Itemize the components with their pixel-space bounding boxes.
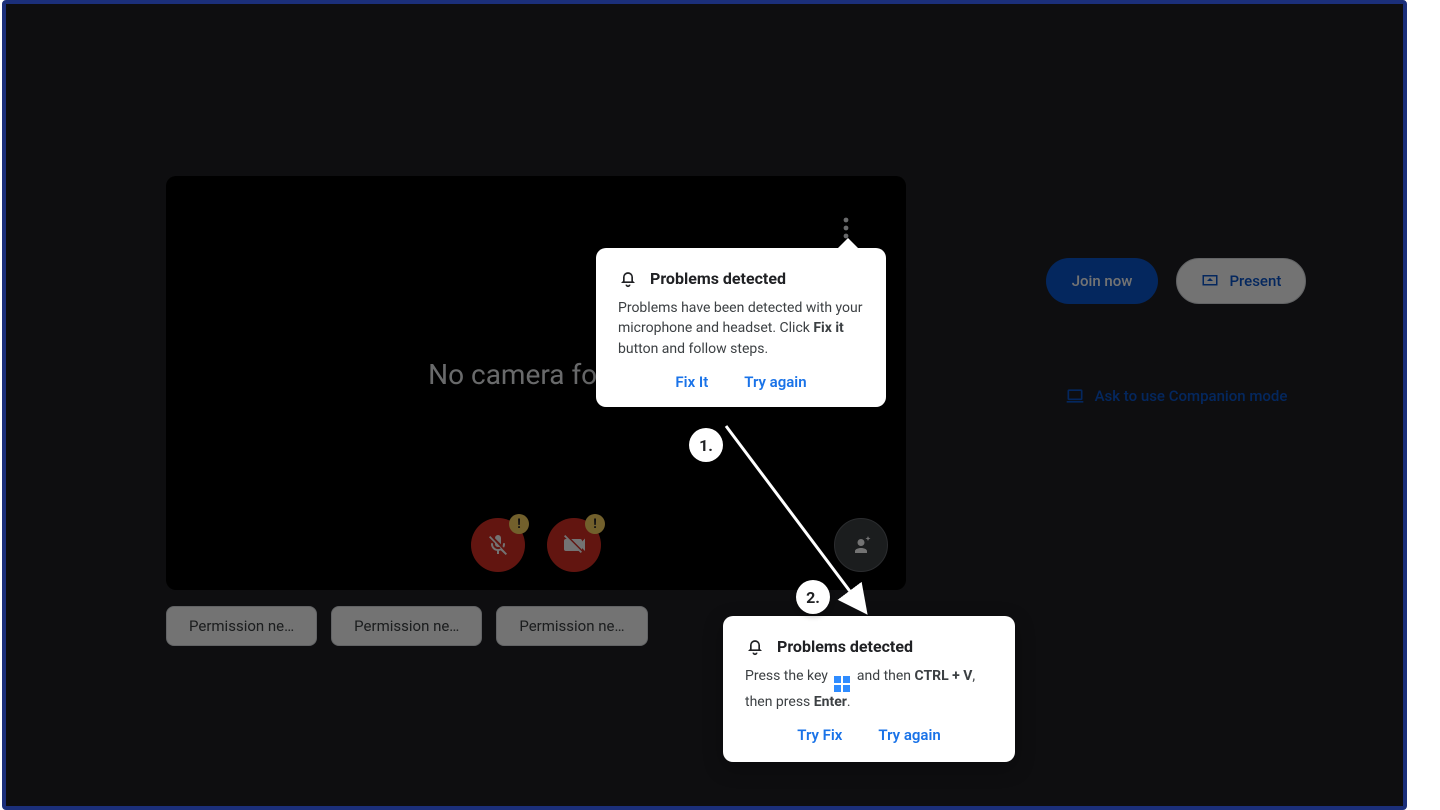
present-icon — [1201, 272, 1219, 290]
fix-it-button[interactable]: Fix It — [675, 373, 708, 391]
problems-card-1: Problems detected Problems have been det… — [596, 248, 886, 407]
device-chip[interactable]: Permission ne… — [166, 606, 317, 646]
companion-mode-link[interactable]: Ask to use Companion mode — [1065, 386, 1288, 406]
windows-logo-icon — [834, 676, 850, 692]
companion-label: Ask to use Companion mode — [1095, 387, 1288, 405]
mic-warning-badge: ! — [509, 514, 529, 534]
bell-icon — [618, 268, 638, 288]
card-body: Problems have been detected with your mi… — [618, 298, 864, 359]
step-badge-2: 2. — [796, 580, 830, 614]
more-options-button[interactable] — [834, 216, 858, 240]
other-options-label: Other joining options — [1106, 350, 1246, 368]
try-again-button[interactable]: Try again — [878, 726, 940, 744]
problems-card-2: Problems detected Press the key and then… — [723, 616, 1015, 762]
step-badge-1: 1. — [689, 428, 723, 462]
device-chip[interactable]: Permission ne… — [496, 606, 647, 646]
more-vert-icon — [843, 217, 849, 239]
join-panel: Ready to join? Join now Present Other jo… — [946, 4, 1406, 590]
device-chip[interactable]: Permission ne… — [331, 606, 482, 646]
camera-warning-badge: ! — [585, 514, 605, 534]
laptop-icon — [1065, 386, 1085, 406]
card-body: Press the key and then CTRL + V, then pr… — [745, 666, 993, 712]
try-fix-button[interactable]: Try Fix — [797, 726, 842, 744]
bell-icon — [745, 636, 765, 656]
mic-off-icon — [486, 533, 510, 557]
card-title: Problems detected — [777, 637, 913, 656]
card-title: Problems detected — [650, 269, 786, 288]
mic-button[interactable]: ! — [471, 518, 525, 572]
join-now-button[interactable]: Join now — [1046, 258, 1159, 304]
present-button[interactable]: Present — [1176, 258, 1306, 304]
device-chips: Permission ne… Permission ne… Permission… — [166, 606, 648, 646]
ready-heading: Ready to join? — [1077, 188, 1275, 226]
try-again-button[interactable]: Try again — [744, 373, 806, 391]
videocam-off-icon — [562, 533, 586, 557]
present-label: Present — [1229, 272, 1281, 290]
camera-button[interactable]: ! — [547, 518, 601, 572]
